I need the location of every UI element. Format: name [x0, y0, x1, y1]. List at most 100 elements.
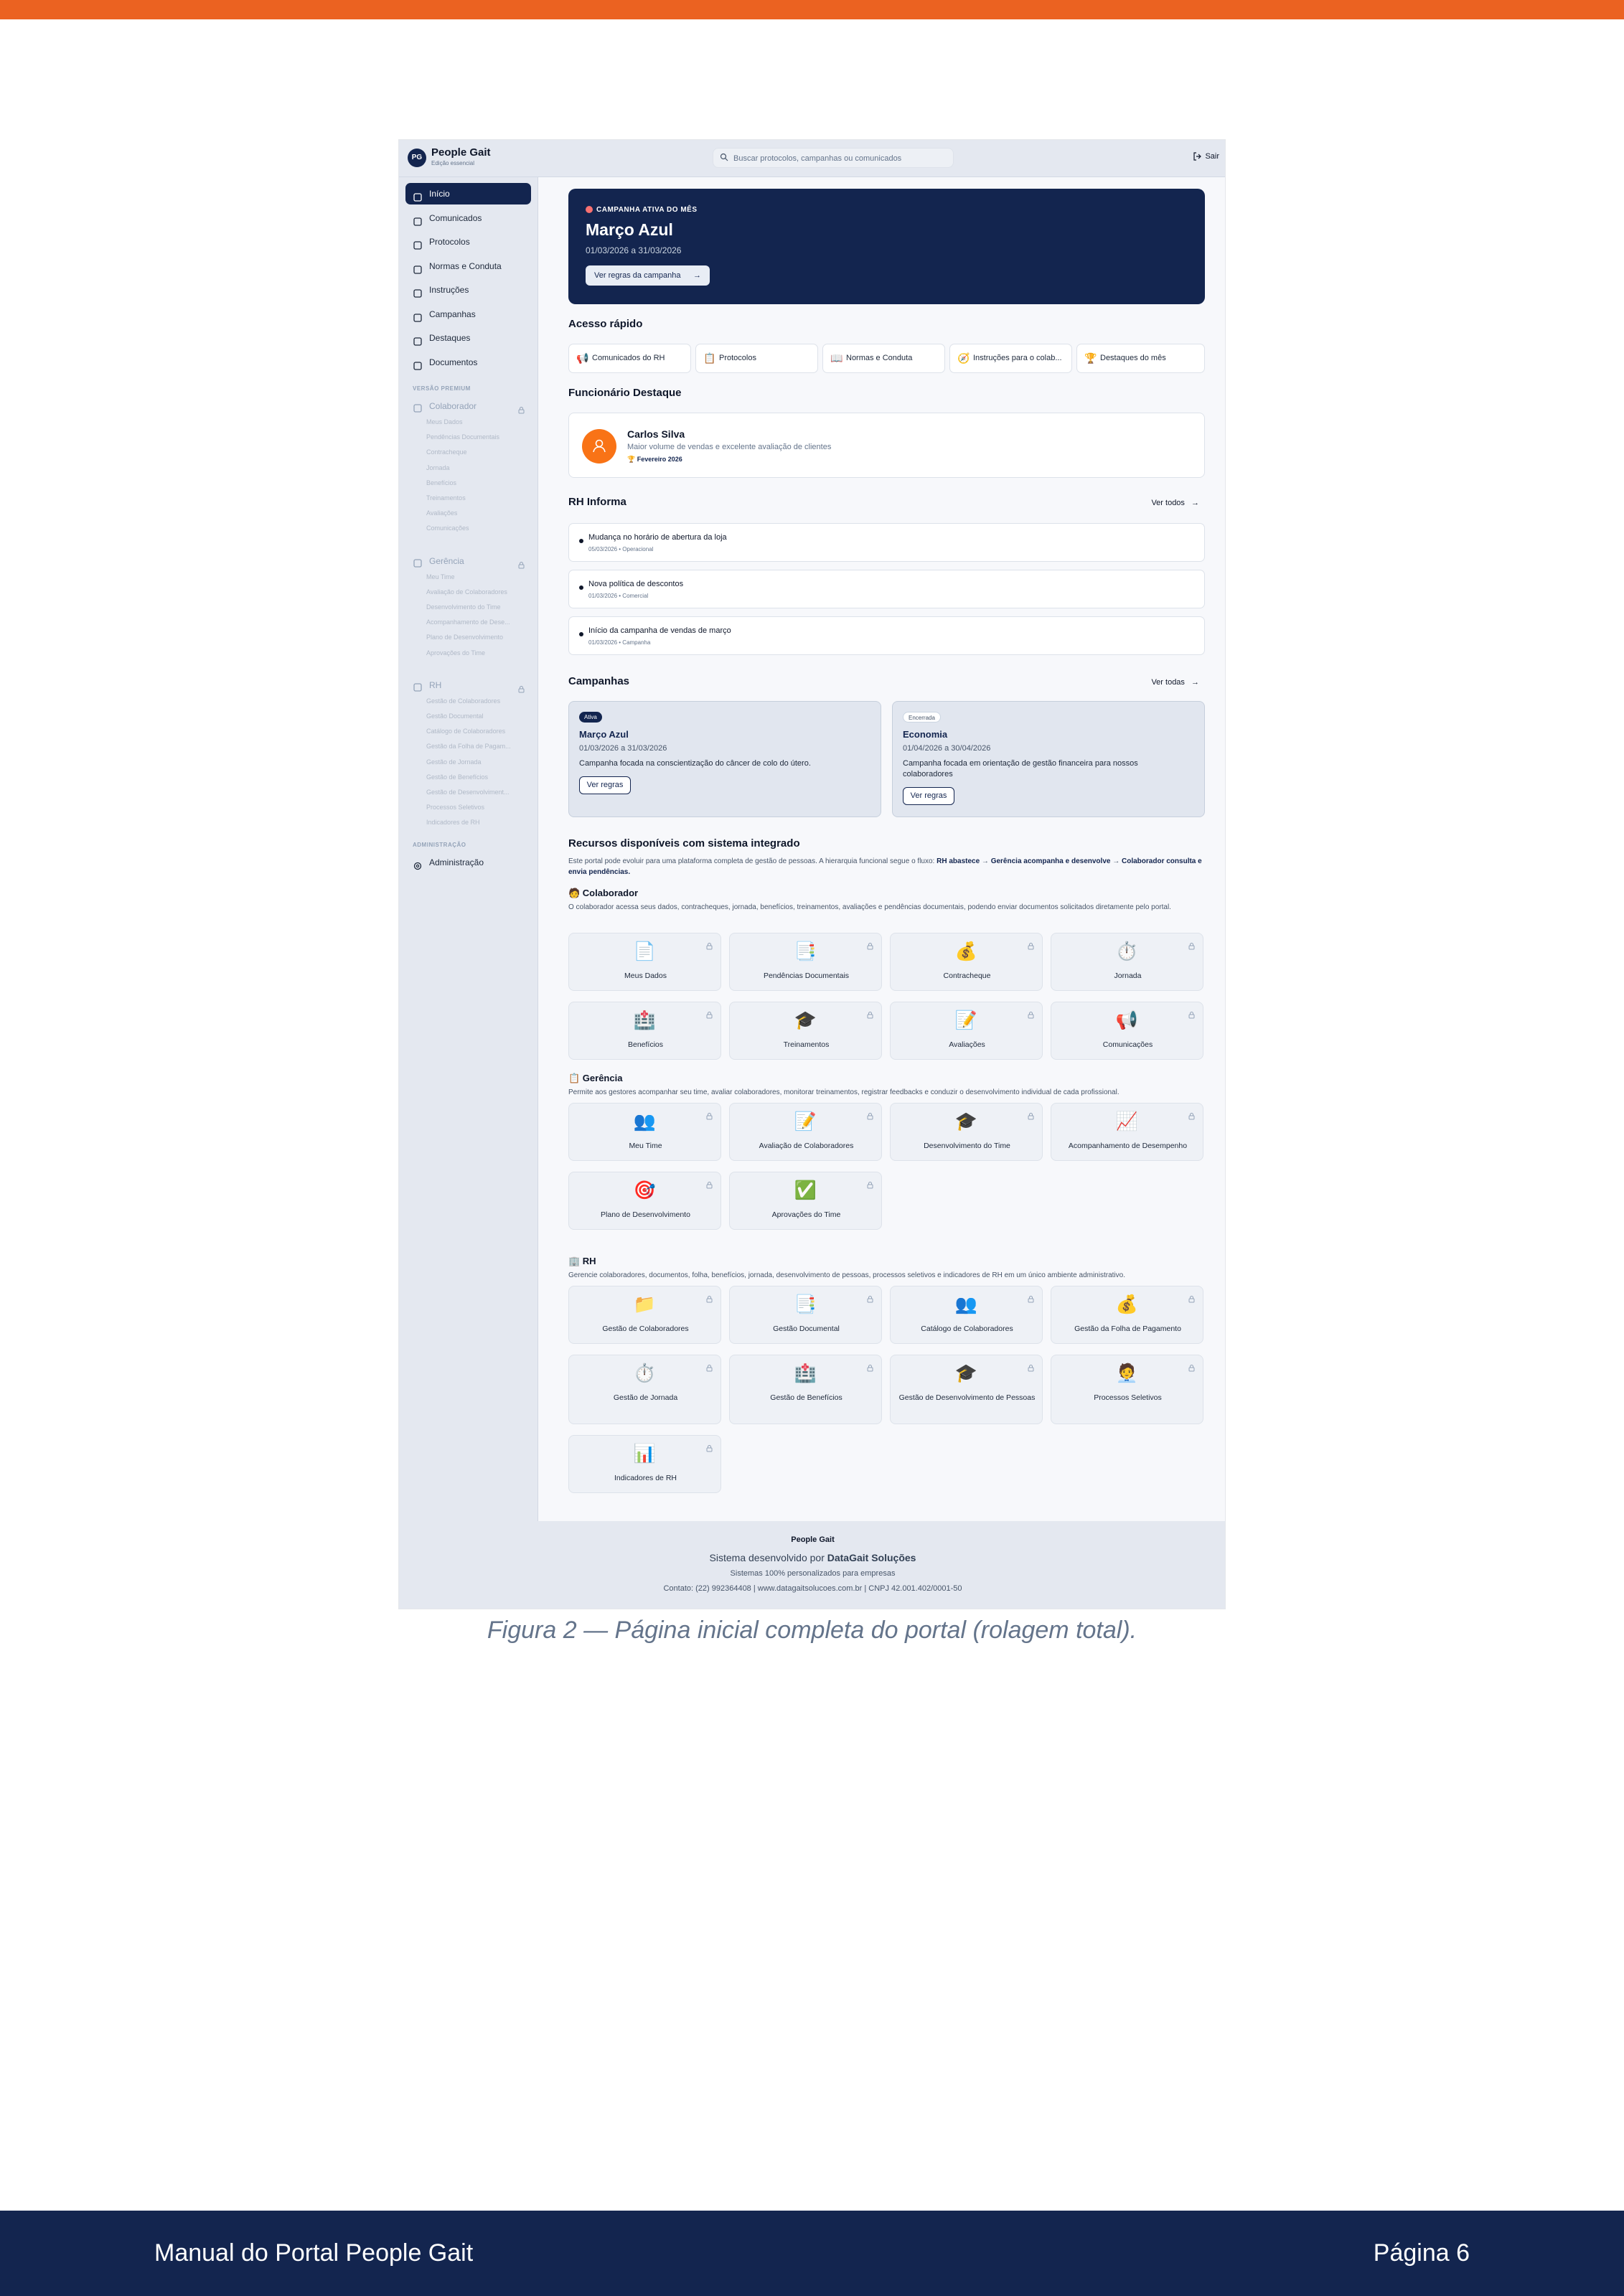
campaign-rules-button[interactable]: Ver regras — [579, 776, 631, 794]
news-item[interactable]: Mudança no horário de abertura da loja 05… — [568, 523, 1205, 562]
sidebar-subitem[interactable]: Gestão de Jornada — [426, 758, 530, 766]
quick-access-item[interactable]: 🧭 Instruções para o colab... — [949, 344, 1072, 373]
resource-card[interactable]: ✅ Aprovações do Time — [729, 1172, 882, 1230]
resource-card[interactable]: 📑 Gestão Documental — [729, 1286, 882, 1344]
sidebar-item-0[interactable]: Início — [405, 183, 531, 204]
resource-icon: 📢 — [1115, 1010, 1139, 1030]
sidebar-item-6[interactable]: Destaques — [405, 327, 531, 349]
quick-access-icon: 📋 — [703, 352, 716, 364]
sidebar-item-1[interactable]: Comunicados — [405, 207, 531, 229]
campaign-rules-button[interactable]: Ver regras — [903, 787, 954, 805]
logout-button[interactable]: Sair — [1193, 152, 1219, 161]
sidebar-subitem[interactable]: Pendências Documentais — [426, 433, 530, 441]
resource-card[interactable]: 🎓 Treinamentos — [729, 1002, 882, 1060]
sidebar-item-4[interactable]: Instruções — [405, 279, 531, 301]
sidebar-item-label: Normas e Conduta — [429, 260, 502, 271]
sidebar-group-2[interactable]: RH — [405, 676, 531, 695]
quick-access-item[interactable]: 📢 Comunicados do RH — [568, 344, 691, 373]
news-item[interactable]: Nova política de descontos 01/03/2026 • C… — [568, 570, 1205, 608]
sidebar-subitem[interactable]: Benefícios — [426, 479, 530, 486]
resource-card[interactable]: 📝 Avaliações — [890, 1002, 1043, 1060]
sidebar-item-admin[interactable]: Administração — [405, 852, 531, 873]
resource-icon: 📑 — [794, 1294, 817, 1314]
resource-card[interactable]: ⏱️ Gestão de Jornada — [568, 1355, 721, 1424]
sidebar-subitem[interactable]: Avaliação de Colaboradores — [426, 588, 530, 596]
sidebar-subitem[interactable]: Indicadores de RH — [426, 819, 530, 826]
campaign-rules-button[interactable]: Ver regras da campanha → — [586, 265, 710, 286]
news-title: Mudança no horário de abertura da loja — [588, 533, 727, 542]
campaign-dates: 01/03/2026 a 31/03/2026 — [579, 744, 667, 753]
sidebar-subitem[interactable]: Catálogo de Colaboradores — [426, 728, 530, 735]
resource-card[interactable]: 📄 Meus Dados — [568, 933, 721, 991]
sidebar-item-label: Protocolos — [429, 237, 470, 247]
resource-card[interactable]: 👥 Catálogo de Colaboradores — [890, 1286, 1043, 1344]
app-header: PG People Gait Edição essencial Buscar p… — [399, 140, 1225, 177]
resource-icon: 📑 — [794, 941, 817, 961]
quick-access-item[interactable]: 📖 Normas e Conduta — [822, 344, 945, 373]
trophy-icon — [413, 309, 423, 322]
sidebar-subitem[interactable]: Aprovações do Time — [426, 649, 530, 657]
resource-card[interactable]: 💰 Contracheque — [890, 933, 1043, 991]
arrow-right-icon: → — [1191, 499, 1199, 507]
sidebar-subitem[interactable]: Gestão de Colaboradores — [426, 697, 530, 705]
sidebar-subitem[interactable]: Avaliações — [426, 509, 530, 517]
resource-card[interactable]: ⏱️ Jornada — [1051, 933, 1203, 991]
campaign-desc: Campanha focada em orientação de gestão … — [903, 759, 1138, 778]
resource-card[interactable]: 🏥 Benefícios — [568, 1002, 721, 1060]
sidebar-subitem[interactable]: Processos Seletivos — [426, 804, 530, 811]
status-badge: Ativa — [579, 712, 602, 723]
resource-card[interactable]: 🏥 Gestão de Benefícios — [729, 1355, 882, 1424]
sidebar-group-1[interactable]: Gerência — [405, 552, 531, 570]
news-item[interactable]: Início da campanha de vendas de março 01/… — [568, 616, 1205, 655]
sidebar-item-5[interactable]: Campanhas — [405, 304, 531, 325]
page-footer: Manual do Portal People Gait Página 6 — [0, 2211, 1624, 2296]
sidebar-subitem[interactable]: Meus Dados — [426, 418, 530, 425]
resource-icon: 🏥 — [633, 1010, 657, 1030]
sidebar-subitem[interactable]: Contracheque — [426, 448, 530, 456]
quick-access-label: Comunicados do RH — [592, 354, 665, 362]
resources-title: Recursos disponíveis com sistema integra… — [568, 837, 800, 850]
sidebar-item-3[interactable]: Normas e Conduta — [405, 255, 531, 277]
sidebar-item-7[interactable]: Documentos — [405, 352, 531, 373]
sidebar-subitem[interactable]: Gestão Documental — [426, 712, 530, 720]
resource-card[interactable]: 📊 Indicadores de RH — [568, 1435, 721, 1493]
quick-access-icon: 📖 — [830, 352, 843, 364]
sidebar-subitem[interactable]: Jornada — [426, 464, 530, 471]
resource-card[interactable]: 🎯 Plano de Desenvolvimento — [568, 1172, 721, 1230]
sidebar-subitem[interactable]: Plano de Desenvolvimento — [426, 634, 530, 641]
resource-icon: 📄 — [633, 941, 657, 961]
sidebar-subitem[interactable]: Meu Time — [426, 573, 530, 580]
resource-card[interactable]: 📑 Pendências Documentais — [729, 933, 882, 991]
sidebar-subitem[interactable]: Treinamentos — [426, 494, 530, 502]
resource-card[interactable]: 📢 Comunicações — [1051, 1002, 1203, 1060]
sidebar-subitem[interactable]: Desenvolvimento do Time — [426, 603, 530, 611]
see-all-news-link[interactable]: Ver todos → — [1151, 499, 1199, 507]
quick-access-item[interactable]: 📋 Protocolos — [695, 344, 818, 373]
resource-card[interactable]: 📈 Acompanhamento de Desempenho — [1051, 1103, 1203, 1161]
sidebar-subitem[interactable]: Gestão de Benefícios — [426, 773, 530, 781]
search-input[interactable]: Buscar protocolos, campanhas ou comunica… — [713, 148, 954, 168]
resource-label: Treinamentos — [783, 1040, 830, 1049]
resource-label: Gestão Documental — [773, 1325, 840, 1333]
resource-card[interactable]: 📝 Avaliação de Colaboradores — [729, 1103, 882, 1161]
resource-card[interactable]: 🎓 Desenvolvimento do Time — [890, 1103, 1043, 1161]
resource-card[interactable]: 📁 Gestão de Colaboradores — [568, 1286, 721, 1344]
sidebar-subitem[interactable]: Gestão de Desenvolviment... — [426, 789, 530, 796]
resource-label: Avaliação de Colaboradores — [759, 1142, 854, 1150]
resource-label: Contracheque — [943, 971, 991, 980]
sidebar-group-0[interactable]: Colaborador — [405, 397, 531, 415]
quick-access-item[interactable]: 🏆 Destaques do mês — [1076, 344, 1205, 373]
resource-card[interactable]: 💰 Gestão da Folha de Pagamento — [1051, 1286, 1203, 1344]
resource-card[interactable]: 🧑‍💼 Processos Seletivos — [1051, 1355, 1203, 1424]
resource-card[interactable]: 👥 Meu Time — [568, 1103, 721, 1161]
status-badge: Encerrada — [903, 712, 941, 723]
resource-label: Gestão de Benefícios — [770, 1393, 842, 1402]
sidebar-item-2[interactable]: Protocolos — [405, 231, 531, 253]
resource-icon: 📝 — [954, 1010, 978, 1030]
see-all-campaigns-link[interactable]: Ver todas → — [1151, 678, 1199, 687]
sidebar-subitem[interactable]: Acompanhamento de Dese... — [426, 618, 530, 626]
resource-label: Gestão da Folha de Pagamento — [1074, 1325, 1181, 1333]
resource-card[interactable]: 🎓 Gestão de Desenvolvimento de Pessoas — [890, 1355, 1043, 1424]
sidebar-subitem[interactable]: Comunicações — [426, 524, 530, 532]
sidebar-subitem[interactable]: Gestão da Folha de Pagam... — [426, 743, 530, 750]
